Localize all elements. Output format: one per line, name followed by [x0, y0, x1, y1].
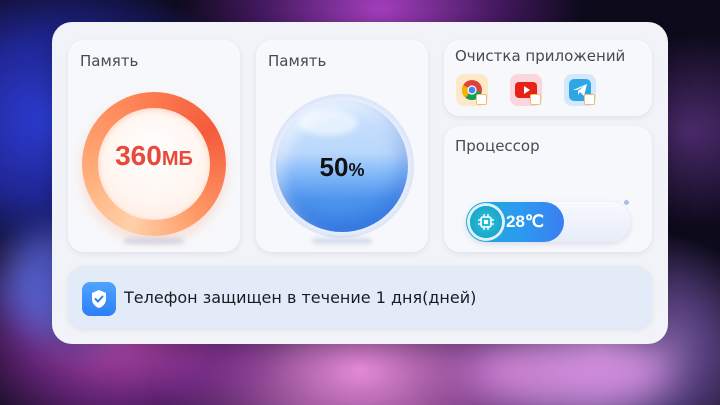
- cpu-card[interactable]: Процессор 28℃: [444, 126, 652, 252]
- app-cleanup-title: Очистка приложений: [455, 47, 626, 65]
- shield-icon: [82, 282, 116, 316]
- memory-ring-card[interactable]: Память 360МБ: [68, 40, 240, 252]
- broom-badge-icon: [476, 94, 487, 105]
- protection-banner[interactable]: Телефон защищен в течение 1 дня(дней): [68, 266, 652, 328]
- memory-sphere-title: Память: [268, 52, 327, 70]
- memory-sphere-unit: %: [348, 160, 365, 180]
- memory-ring-unit: МБ: [161, 148, 193, 170]
- memory-sphere-gauge: 50%: [270, 94, 414, 238]
- memory-sphere-card[interactable]: Память 50%: [256, 40, 428, 252]
- memory-ring-value-wrap: 360МБ: [82, 140, 226, 172]
- app-cleanup-card[interactable]: Очистка приложений: [444, 40, 652, 116]
- broom-badge-icon: [530, 94, 541, 105]
- youtube-icon[interactable]: [510, 74, 542, 106]
- memory-sphere-value-wrap: 50%: [276, 152, 408, 183]
- protection-text: Телефон защищен в течение 1 дня(дней): [124, 288, 477, 307]
- card-shadow-line: [312, 238, 372, 244]
- memory-ring-value: 360: [115, 140, 162, 171]
- phone-manager-widget[interactable]: Память 360МБ Память 50% Очистка приложен…: [52, 22, 668, 344]
- decorative-dot: [624, 200, 629, 205]
- memory-sphere-value: 50: [319, 152, 349, 182]
- cpu-chip-icon: [470, 206, 502, 238]
- app-cleanup-icons: [456, 74, 596, 106]
- cpu-title: Процессор: [455, 137, 540, 155]
- card-shadow-line: [124, 238, 184, 244]
- broom-badge-icon: [584, 94, 595, 105]
- cpu-temperature-bar: 28℃: [466, 202, 630, 242]
- memory-ring-title: Память: [80, 52, 139, 70]
- memory-ring-gauge: 360МБ: [82, 92, 226, 236]
- chrome-icon[interactable]: [456, 74, 488, 106]
- telegram-icon[interactable]: [564, 74, 596, 106]
- sphere-shine: [298, 110, 358, 136]
- cpu-temperature-value: 28℃: [506, 212, 545, 231]
